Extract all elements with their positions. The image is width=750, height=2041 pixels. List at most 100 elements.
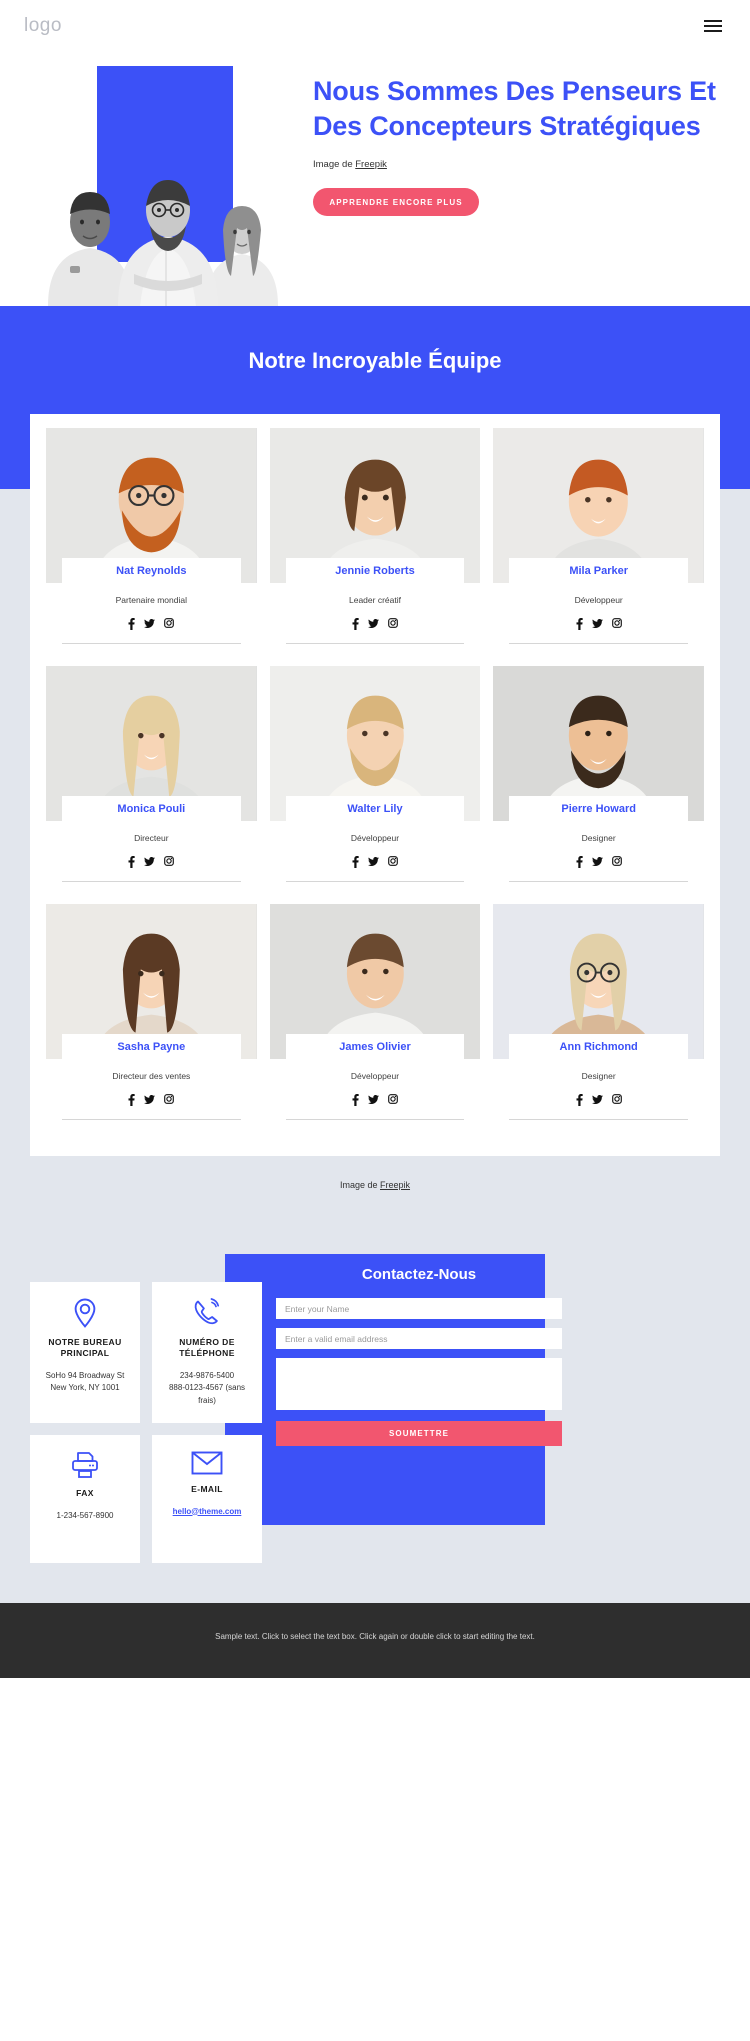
hero-credit-prefix: Image de xyxy=(313,159,356,171)
learn-more-button[interactable]: APPRENDRE ENCORE PLUS xyxy=(313,188,479,217)
contact-form-title: Contactez-Nous xyxy=(361,1266,477,1283)
burger-bar xyxy=(704,20,722,22)
member-divider xyxy=(509,1119,688,1120)
contact-info-grid: NOTRE BUREAU PRINCIPAL SoHo 94 Broadway … xyxy=(30,1282,262,1564)
member-name-plate: Sasha Payne xyxy=(62,1034,241,1059)
team-credit-link[interactable]: Freepik xyxy=(380,1180,410,1190)
facebook-icon[interactable] xyxy=(352,856,359,868)
member-role: Designer xyxy=(581,833,616,843)
member-photo: Sasha Payne xyxy=(46,904,257,1059)
member-social-links xyxy=(493,843,704,868)
contact-card-lines: 1-234-567-8900 xyxy=(38,1510,132,1522)
instagram-icon[interactable] xyxy=(388,1094,398,1106)
team-member-card[interactable]: Ann Richmond Designer xyxy=(493,904,704,1142)
member-divider xyxy=(509,881,688,882)
logo[interactable]: logo xyxy=(24,15,62,37)
member-social-links xyxy=(46,1081,257,1106)
member-name-plate: Ann Richmond xyxy=(509,1034,688,1059)
contact-card-fax: FAX 1-234-567-8900 xyxy=(30,1435,140,1564)
twitter-icon[interactable] xyxy=(367,856,379,868)
message-textarea[interactable] xyxy=(276,1358,562,1410)
twitter-icon[interactable] xyxy=(144,618,156,630)
contact-line: SoHo 94 Broadway St xyxy=(45,1370,125,1380)
facebook-icon[interactable] xyxy=(128,856,135,868)
twitter-icon[interactable] xyxy=(367,1094,379,1106)
member-photo: Monica Pouli xyxy=(46,666,257,821)
team-heading: Notre Incroyable Équipe xyxy=(248,348,502,373)
member-social-links xyxy=(493,605,704,630)
instagram-icon[interactable] xyxy=(388,618,398,630)
member-divider xyxy=(509,643,688,644)
name-input[interactable] xyxy=(276,1298,562,1319)
submit-button[interactable]: SOUMETTRE xyxy=(276,1421,562,1446)
team-member-card[interactable]: Mila Parker Développeur xyxy=(493,428,704,666)
facebook-icon[interactable] xyxy=(576,1094,583,1106)
team-member-card[interactable]: James Olivier Développeur xyxy=(269,904,481,1142)
team-member-card[interactable]: Walter Lily Développeur xyxy=(269,666,481,904)
team-card-container: Nat Reynolds Partenaire mondial Jennie R… xyxy=(30,414,720,1156)
site-header: logo xyxy=(0,0,750,52)
member-divider xyxy=(285,1119,465,1120)
member-photo: Jennie Roberts xyxy=(269,428,481,583)
hero-credit-link[interactable]: Freepik xyxy=(355,159,387,170)
map-pin-icon xyxy=(38,1298,132,1328)
hero-image-credit: Image de Freepik xyxy=(313,159,728,170)
member-name-plate: Jennie Roberts xyxy=(285,558,465,583)
team-member-card[interactable]: Pierre Howard Designer xyxy=(493,666,704,904)
contact-card-lines: SoHo 94 Broadway St New York, NY 1001 xyxy=(38,1370,132,1395)
instagram-icon[interactable] xyxy=(164,1094,175,1106)
burger-bar xyxy=(704,25,722,27)
contact-line: New York, NY 1001 xyxy=(50,1383,120,1393)
contact-card-title: NOTRE BUREAU PRINCIPAL xyxy=(48,1337,122,1359)
team-member-card[interactable]: Nat Reynolds Partenaire mondial xyxy=(46,428,257,666)
member-name: Sasha Payne xyxy=(117,1041,186,1053)
hamburger-menu-icon[interactable] xyxy=(700,16,726,36)
email-input[interactable] xyxy=(276,1328,562,1349)
email-link[interactable]: hello@theme.com xyxy=(173,1507,242,1516)
instagram-icon[interactable] xyxy=(164,618,175,630)
facebook-icon[interactable] xyxy=(576,856,583,868)
contact-card-lines: 234-9876-5400 888-0123-4567 (sans frais) xyxy=(160,1370,254,1407)
contact-card-email: E-MAIL hello@theme.com xyxy=(152,1435,262,1564)
twitter-icon[interactable] xyxy=(591,856,603,868)
twitter-icon[interactable] xyxy=(591,618,603,630)
contact-line: 888-0123-4567 (sans frais) xyxy=(168,1383,246,1405)
team-grid: Nat Reynolds Partenaire mondial Jennie R… xyxy=(46,428,704,1142)
burger-bar xyxy=(704,30,722,32)
facebook-icon[interactable] xyxy=(352,1094,359,1106)
facebook-icon[interactable] xyxy=(576,618,583,630)
hero-text-block: Nous Sommes Des Penseurs Et Des Concepte… xyxy=(313,74,728,217)
instagram-icon[interactable] xyxy=(164,856,175,868)
contact-form-panel: Contactez-Nous SOUMETTRE xyxy=(276,1254,562,1446)
printer-icon xyxy=(38,1451,132,1479)
contact-line: 1-234-567-8900 xyxy=(56,1510,114,1520)
facebook-icon[interactable] xyxy=(128,1094,135,1106)
member-name: James Olivier xyxy=(339,1041,411,1053)
team-section: Notre Incroyable Équipe Nat Reynolds Par… xyxy=(0,306,750,1226)
member-social-links xyxy=(493,1081,704,1106)
team-member-card[interactable]: Jennie Roberts Leader créatif xyxy=(269,428,481,666)
member-social-links xyxy=(270,1081,481,1106)
member-photo: Mila Parker xyxy=(493,428,704,583)
member-photo: Walter Lily xyxy=(269,666,481,821)
instagram-icon[interactable] xyxy=(388,856,398,868)
twitter-icon[interactable] xyxy=(144,1094,156,1106)
member-divider xyxy=(62,643,241,644)
facebook-icon[interactable] xyxy=(128,618,135,630)
member-role: Partenaire mondial xyxy=(115,595,187,605)
twitter-icon[interactable] xyxy=(144,856,156,868)
envelope-icon xyxy=(160,1451,254,1475)
member-photo: Nat Reynolds xyxy=(46,428,257,583)
member-divider xyxy=(285,881,465,882)
member-name-plate: Walter Lily xyxy=(285,796,465,821)
instagram-icon[interactable] xyxy=(611,1094,622,1106)
member-social-links xyxy=(46,605,257,630)
twitter-icon[interactable] xyxy=(591,1094,603,1106)
team-member-card[interactable]: Sasha Payne Directeur des ventes xyxy=(46,904,257,1142)
contact-line: 234-9876-5400 xyxy=(179,1370,235,1380)
instagram-icon[interactable] xyxy=(611,618,622,630)
team-member-card[interactable]: Monica Pouli Directeur xyxy=(46,666,257,904)
facebook-icon[interactable] xyxy=(352,618,359,630)
twitter-icon[interactable] xyxy=(367,618,379,630)
instagram-icon[interactable] xyxy=(611,856,622,868)
